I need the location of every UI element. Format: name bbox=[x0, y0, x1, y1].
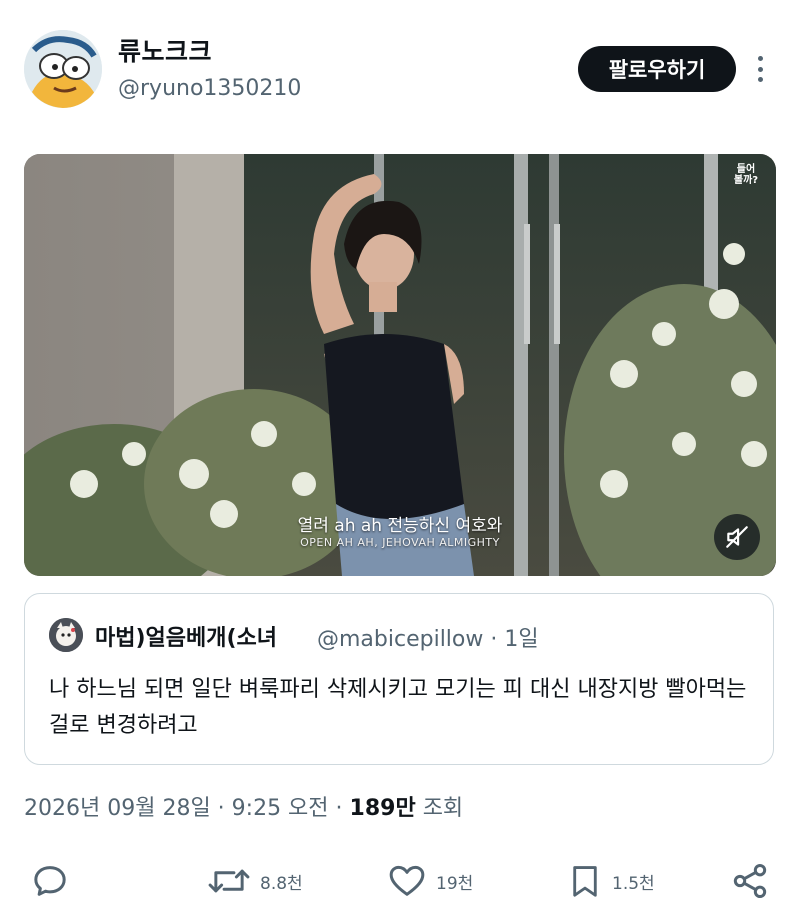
repost-icon bbox=[208, 869, 250, 893]
meta-separator: · bbox=[328, 796, 350, 821]
share-icon bbox=[733, 864, 767, 898]
speaker-muted-icon bbox=[726, 526, 748, 548]
follow-button[interactable]: 팔로우하기 bbox=[578, 46, 736, 92]
quoted-author-handle[interactable]: @mabicepillow · 1일 bbox=[317, 621, 539, 653]
repost-count: 8.8천 bbox=[260, 873, 303, 894]
video-subtitle-english: OPEN AH AH, JEHOVAH ALMIGHTY bbox=[300, 536, 500, 549]
repost-button[interactable]: 8.8천 bbox=[206, 858, 303, 904]
quoted-author-name[interactable]: 마법)얼음베개(소녀 bbox=[95, 620, 277, 652]
channel-watermark: 들어 볼까? bbox=[733, 164, 759, 186]
quoted-author-avatar[interactable] bbox=[49, 618, 83, 652]
video-subtitle: 열려 ah ah 전능하신 여호와 bbox=[297, 516, 503, 536]
post-timestamp[interactable]: 2026년 09월 28일 · 9:25 오전 bbox=[24, 796, 329, 821]
bookmark-button[interactable]: 1.5천 bbox=[566, 858, 655, 904]
bookmark-count: 1.5천 bbox=[612, 873, 655, 894]
quoted-post[interactable]: 마법)얼음베개(소녀 @mabicepillow · 1일 나 하느님 되면 일… bbox=[24, 593, 774, 765]
author-handle[interactable]: @ryuno1350210 bbox=[118, 76, 301, 101]
author-avatar[interactable] bbox=[24, 30, 102, 108]
mute-toggle-button[interactable] bbox=[714, 514, 760, 560]
reply-icon bbox=[34, 866, 66, 896]
heart-icon bbox=[389, 865, 425, 896]
quoted-post-text: 나 하느님 되면 일단 벼룩파리 삭제시키고 모기는 피 대신 내장지방 빨아먹… bbox=[49, 677, 747, 738]
like-button[interactable]: 19천 bbox=[386, 858, 473, 904]
post-meta: 2026년 09월 28일 · 9:25 오전 · 189만 조회 bbox=[24, 790, 463, 822]
views-label: 조회 bbox=[415, 796, 464, 821]
more-options-icon[interactable] bbox=[748, 52, 772, 86]
video-player[interactable]: 들어 볼까? 열려 ah ah 전능하신 여호와 OPEN AH AH, JEHO… bbox=[24, 154, 776, 576]
views-count[interactable]: 189만 bbox=[350, 796, 416, 821]
author-display-name[interactable]: 류노크크 bbox=[118, 32, 212, 68]
bookmark-icon bbox=[573, 866, 597, 897]
share-button[interactable] bbox=[730, 858, 770, 904]
reply-button[interactable] bbox=[30, 858, 78, 904]
like-count: 19천 bbox=[436, 873, 474, 894]
